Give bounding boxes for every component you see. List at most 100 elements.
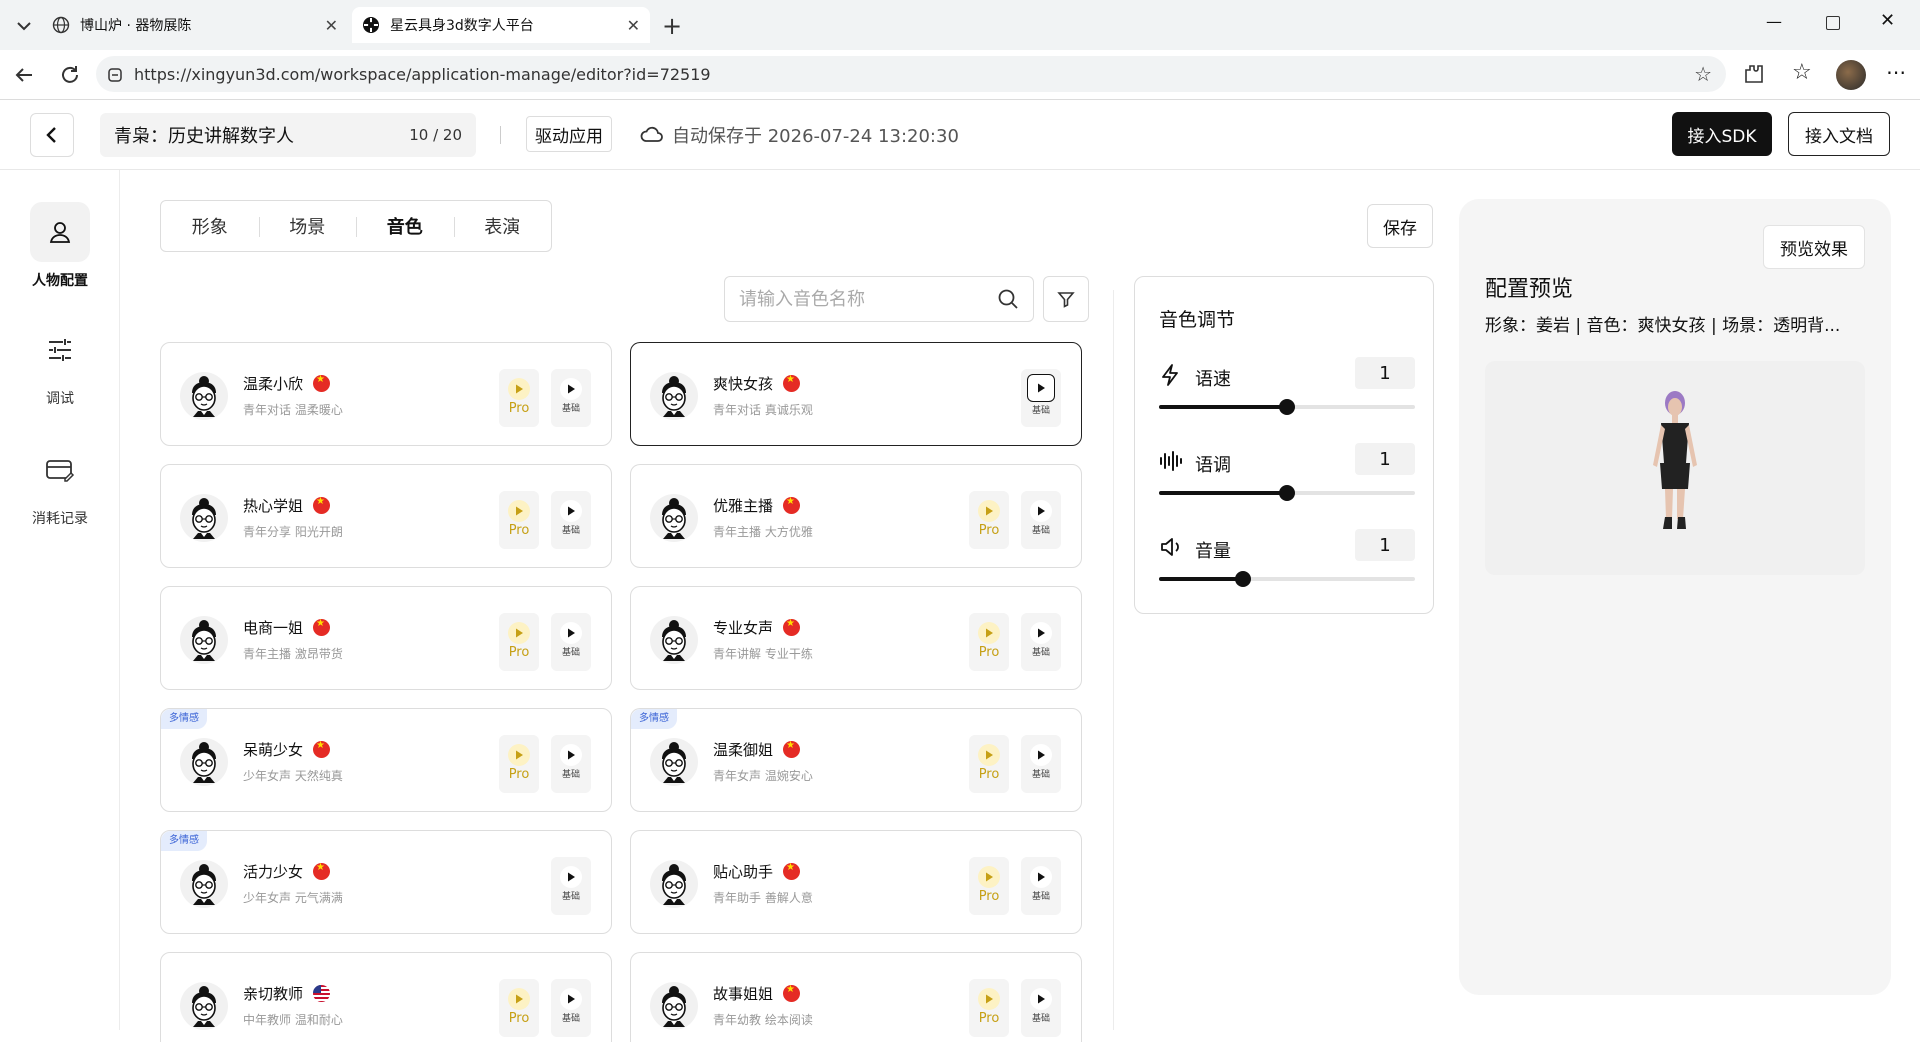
connect-docs-button[interactable]: 接入文档 [1788, 112, 1890, 156]
tab-appearance[interactable]: 形象 [161, 213, 259, 239]
voice-description: 青年分享 阳光开朗 [243, 525, 343, 539]
app-name-field[interactable]: 青枭：历史讲解数字人 10 / 20 [100, 113, 476, 157]
pitch-value-input[interactable]: 1 [1355, 443, 1415, 475]
site-info-icon[interactable] [106, 64, 124, 84]
play-pro-button[interactable]: Pro [499, 491, 539, 549]
play-icon [560, 988, 582, 1010]
play-pro-button[interactable]: Pro [499, 613, 539, 671]
voice-card[interactable]: 多情感呆萌少女少年女声 天然纯真 Pro 基础 [160, 708, 612, 812]
play-pro-button[interactable]: Pro [969, 857, 1009, 915]
new-tab-icon[interactable]: + [662, 12, 682, 40]
play-pro-button[interactable]: Pro [969, 735, 1009, 793]
voice-name-row: 故事姐姐 [713, 983, 801, 1004]
tab-voice[interactable]: 音色 [356, 213, 454, 239]
more-menu-icon[interactable]: ⋯ [1886, 60, 1906, 84]
name-char-count: 10 / 20 [409, 126, 462, 144]
search-icon[interactable] [997, 288, 1019, 310]
drive-app-button[interactable]: 驱动应用 [526, 116, 612, 152]
speed-row: 语速 1 [1159, 357, 1415, 421]
panel-divider [1113, 290, 1114, 1030]
speed-value-input[interactable]: 1 [1355, 357, 1415, 389]
play-basic-button[interactable]: 基础 [1021, 857, 1061, 915]
voice-card[interactable]: 贴心助手青年助手 善解人意 Pro 基础 [630, 830, 1082, 934]
sidebar-item-character-config[interactable]: 人物配置 [0, 202, 120, 290]
play-basic-button[interactable]: 基础 [551, 979, 591, 1037]
close-tab-icon[interactable]: ✕ [325, 16, 338, 35]
sidebar-item-usage-records[interactable]: 消耗记录 [0, 440, 120, 528]
basic-label: 基础 [561, 892, 580, 902]
extensions-icon[interactable] [1742, 62, 1766, 86]
voice-card[interactable]: 多情感温柔御姐青年女声 温婉安心 Pro 基础 [630, 708, 1082, 812]
close-window-icon[interactable]: ✕ [1880, 10, 1895, 31]
voice-card[interactable]: 优雅主播青年主播 大方优雅 Pro 基础 [630, 464, 1082, 568]
tab-list-dropdown-icon[interactable] [12, 14, 36, 38]
favorite-star-icon[interactable]: ☆ [1694, 62, 1712, 86]
speed-slider[interactable] [1159, 399, 1415, 415]
maximize-icon[interactable] [1826, 16, 1840, 30]
voice-avatar [179, 737, 229, 787]
voice-card[interactable]: 温柔小欣青年对话 温柔暖心 Pro 基础 [160, 342, 612, 446]
slider-knob[interactable] [1279, 399, 1295, 415]
volume-value-input[interactable]: 1 [1355, 529, 1415, 561]
play-basic-button[interactable]: 基础 [551, 369, 591, 427]
close-tab-icon[interactable]: ✕ [627, 16, 640, 35]
voice-description: 青年对话 温柔暖心 [243, 403, 343, 417]
voice-name: 温柔御姐 [713, 741, 774, 759]
voice-card[interactable]: 爽快女孩青年对话 真诚乐观 基础 [630, 342, 1082, 446]
slider-knob[interactable] [1235, 571, 1252, 587]
play-pro-button[interactable]: Pro [499, 735, 539, 793]
voice-card[interactable]: 专业女声青年讲解 专业干练 Pro 基础 [630, 586, 1082, 690]
play-basic-button[interactable]: 基础 [1021, 369, 1061, 427]
digital-human-figure [1653, 391, 1697, 529]
play-basic-button[interactable]: 基础 [551, 491, 591, 549]
minimize-icon[interactable]: — [1766, 12, 1782, 31]
play-pro-button[interactable]: Pro [499, 369, 539, 427]
voice-search-input[interactable] [739, 288, 997, 310]
avatar[interactable] [1836, 60, 1866, 90]
play-basic-button[interactable]: 基础 [551, 735, 591, 793]
save-button[interactable]: 保存 [1367, 204, 1433, 248]
slider-knob[interactable] [1279, 485, 1295, 501]
preview-effect-button[interactable]: 预览效果 [1763, 225, 1865, 269]
voice-card[interactable]: 故事姐姐青年幼教 绘本阅读 Pro 基础 [630, 952, 1082, 1042]
browser-tab-active[interactable]: 星云具身3d数字人平台 ✕ [352, 7, 650, 43]
voice-name: 优雅主播 [713, 497, 774, 515]
voice-card[interactable]: 亲切教师 中年教师 温和耐心 Pro 基础 [160, 952, 612, 1042]
tab-scene[interactable]: 场景 [258, 213, 357, 239]
pro-label: Pro [978, 767, 1000, 782]
pitch-slider[interactable] [1159, 485, 1415, 501]
play-basic-button[interactable]: 基础 [1021, 979, 1061, 1037]
play-pro-button[interactable]: Pro [969, 979, 1009, 1037]
play-basic-button[interactable]: 基础 [1021, 613, 1061, 671]
address-bar[interactable]: https://xingyun3d.com/workspace/applicat… [96, 56, 1726, 92]
globe-icon [52, 16, 70, 34]
play-pro-button[interactable]: Pro [499, 979, 539, 1037]
voice-name-row: 亲切教师 [243, 983, 331, 1004]
url-text[interactable]: https://xingyun3d.com/workspace/applicat… [134, 65, 711, 84]
play-pro-button[interactable]: Pro [969, 491, 1009, 549]
volume-slider[interactable] [1159, 571, 1415, 587]
play-pro-button[interactable]: Pro [969, 613, 1009, 671]
favorites-icon[interactable]: ☆ [1792, 60, 1812, 85]
play-basic-button[interactable]: 基础 [1021, 491, 1061, 549]
play-basic-button[interactable]: 基础 [1021, 735, 1061, 793]
sidebar-item-debug[interactable]: 调试 [0, 320, 120, 408]
connect-sdk-button[interactable]: 接入SDK [1672, 112, 1772, 156]
us-flag-icon [313, 985, 331, 1002]
browser-tab[interactable]: 博山炉 · 器物展陈 ✕ [42, 7, 348, 43]
voice-name: 故事姐姐 [713, 985, 774, 1003]
tab-performance[interactable]: 表演 [453, 213, 552, 239]
back-arrow-icon[interactable] [12, 63, 36, 87]
app-name[interactable]: 青枭：历史讲解数字人 [114, 122, 294, 148]
filter-button[interactable] [1043, 276, 1089, 322]
voice-card[interactable]: 多情感活力少女少年女声 元气满满 基础 [160, 830, 612, 934]
voice-name-row: 电商一姐 [243, 617, 331, 638]
reload-icon[interactable] [58, 63, 82, 87]
play-basic-button[interactable]: 基础 [551, 857, 591, 915]
back-button[interactable] [30, 113, 74, 157]
play-basic-button[interactable]: 基础 [551, 613, 591, 671]
voice-card[interactable]: 电商一姐青年主播 激昂带货 Pro 基础 [160, 586, 612, 690]
voice-name: 热心学姐 [243, 497, 304, 515]
pro-label: Pro [508, 767, 530, 782]
voice-card[interactable]: 热心学姐青年分享 阳光开朗 Pro 基础 [160, 464, 612, 568]
